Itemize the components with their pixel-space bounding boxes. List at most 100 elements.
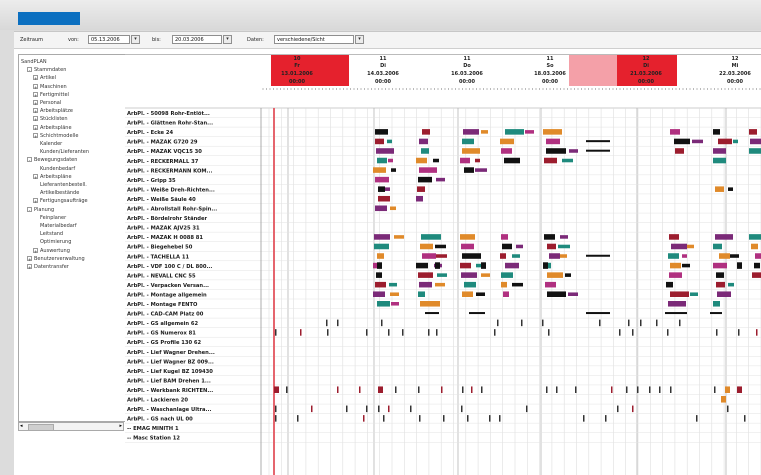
task-bar[interactable] [297, 415, 299, 422]
task-bar[interactable] [716, 281, 725, 288]
task-bar[interactable] [410, 405, 412, 413]
resource-row-label[interactable]: ArbPl. - Lackieren 20 [127, 398, 188, 404]
task-bar[interactable] [692, 139, 703, 144]
task-bar[interactable] [749, 148, 761, 154]
task-bar[interactable] [337, 319, 339, 327]
task-bar[interactable] [611, 386, 613, 393]
scrollbar-thumb[interactable] [28, 424, 54, 431]
task-bar[interactable] [395, 386, 397, 393]
resource-row-label[interactable]: ArbPl. - Werkbank RICHTEN... [127, 388, 213, 394]
resource-row-label[interactable]: ArbPl. - Lief BAM Drehen 1... [127, 378, 211, 384]
tree-item[interactable]: + Arbeitspläne [33, 124, 72, 132]
task-bar[interactable] [628, 319, 630, 327]
resource-row-label[interactable]: ArbPl. - Bördelrohr Ständer [127, 216, 208, 222]
task-bar[interactable] [461, 272, 477, 278]
task-bar[interactable] [504, 157, 520, 164]
task-bar[interactable] [435, 244, 446, 249]
task-bar[interactable] [346, 405, 348, 413]
task-bar[interactable] [715, 234, 733, 240]
task-bar[interactable] [599, 319, 601, 327]
task-bar[interactable] [670, 291, 689, 297]
task-bar[interactable] [443, 415, 445, 422]
task-bar[interactable] [543, 129, 562, 135]
bis-dropdown-button[interactable]: ▾ [223, 35, 232, 44]
resource-row-label[interactable]: ArbPl. - 50098 Rohr-Entlöt... [127, 111, 210, 117]
task-bar[interactable] [656, 319, 658, 327]
task-bar[interactable] [375, 205, 387, 212]
task-bar[interactable] [666, 281, 673, 288]
task-bar[interactable] [388, 329, 390, 336]
task-bar[interactable] [475, 168, 487, 172]
expand-icon[interactable]: + [27, 264, 32, 270]
task-bar[interactable] [464, 281, 476, 288]
task-bar[interactable] [375, 281, 386, 288]
task-bar[interactable] [546, 148, 566, 154]
task-bar[interactable] [375, 129, 388, 135]
task-bar[interactable] [471, 386, 473, 393]
task-bar[interactable] [499, 415, 501, 422]
expand-icon[interactable]: + [33, 173, 38, 180]
task-bar[interactable] [375, 176, 389, 183]
task-bar[interactable] [502, 243, 512, 250]
task-bar[interactable] [713, 129, 720, 135]
tree-item[interactable]: + Arbeitsplätze [33, 107, 73, 115]
gantt-chart[interactable]: 10Fr13.01.200600:0011Di14.03.200600:0011… [125, 54, 761, 475]
task-bar[interactable] [460, 234, 475, 240]
tree-item[interactable]: Artikelbestände [33, 189, 79, 197]
task-bar[interactable] [417, 186, 425, 192]
task-bar[interactable] [422, 253, 436, 259]
navigation-tree[interactable]: SandPLAN - Stammdaten + Artikel + Maschinen + Fe… [18, 54, 126, 422]
daten-dropdown-button[interactable]: ▾ [355, 35, 364, 44]
task-bar[interactable] [463, 129, 479, 135]
task-bar[interactable] [710, 312, 722, 315]
resource-row-label[interactable]: ArbPl. - RECKERMANN KOM... [127, 168, 212, 174]
resource-row-label[interactable]: ArbPl. - GS allgemein 62 [127, 321, 199, 327]
task-bar[interactable] [494, 329, 496, 336]
resource-row-label[interactable]: -- EMAG MINITH 1 [127, 426, 179, 432]
task-bar[interactable] [669, 272, 682, 278]
resource-row-label[interactable]: ArbPl. - Waschanlage Ultra... [127, 407, 211, 413]
resource-row-label[interactable]: ArbPl. - Biegehebel 50 [127, 245, 193, 251]
task-bar[interactable] [713, 148, 726, 154]
expand-icon[interactable]: + [27, 255, 32, 262]
task-bar[interactable] [754, 262, 760, 269]
task-bar[interactable] [383, 415, 385, 422]
task-bar[interactable] [326, 319, 328, 327]
daten-select[interactable]: verschiedene/Sicht [274, 35, 354, 44]
task-bar[interactable] [481, 130, 488, 134]
task-bar[interactable] [419, 138, 428, 145]
task-bar[interactable] [669, 234, 679, 240]
task-bar[interactable] [377, 262, 382, 269]
task-bar[interactable] [738, 329, 740, 336]
resource-row-label[interactable]: ArbPl. - GS Profile 130 62 [127, 340, 202, 346]
resource-row-label[interactable]: ArbPl. - Montage FENTO [127, 302, 198, 308]
task-bar[interactable] [667, 329, 669, 336]
resource-row-label[interactable]: ArbPl. - Lief Kugel BZ 109430 [127, 369, 213, 375]
task-bar[interactable] [556, 386, 558, 393]
task-bar[interactable] [545, 281, 556, 288]
tree-item[interactable]: Lieferantenbestell. [33, 181, 87, 189]
task-bar[interactable] [275, 415, 277, 422]
tree-item[interactable]: - Planung [27, 206, 54, 214]
tree-item[interactable]: + Stücklisten [33, 115, 68, 123]
task-bar[interactable] [481, 262, 486, 269]
expand-icon[interactable]: + [33, 108, 38, 114]
task-bar[interactable] [617, 405, 619, 413]
task-bar[interactable] [385, 187, 390, 191]
task-bar[interactable] [421, 234, 441, 240]
tree-item[interactable]: + Fertigungsaufträge [33, 197, 88, 205]
task-bar[interactable] [716, 272, 724, 278]
task-bar[interactable] [501, 281, 507, 288]
task-bar[interactable] [516, 244, 523, 249]
task-bar[interactable] [461, 243, 474, 250]
resource-row-label[interactable]: ArbPl. - GS Numerox 81 [127, 331, 196, 337]
task-bar[interactable] [547, 243, 556, 250]
task-bar[interactable] [505, 129, 524, 135]
task-bar[interactable] [390, 206, 396, 211]
task-bar[interactable] [727, 405, 729, 413]
tree-item[interactable]: - Bewegungsdaten [27, 156, 77, 164]
task-bar[interactable] [562, 158, 573, 163]
task-bar[interactable] [737, 262, 742, 269]
resource-row-label[interactable]: ArbPl. - Lief Wagner Drehen... [127, 350, 215, 356]
task-bar[interactable] [713, 262, 727, 269]
